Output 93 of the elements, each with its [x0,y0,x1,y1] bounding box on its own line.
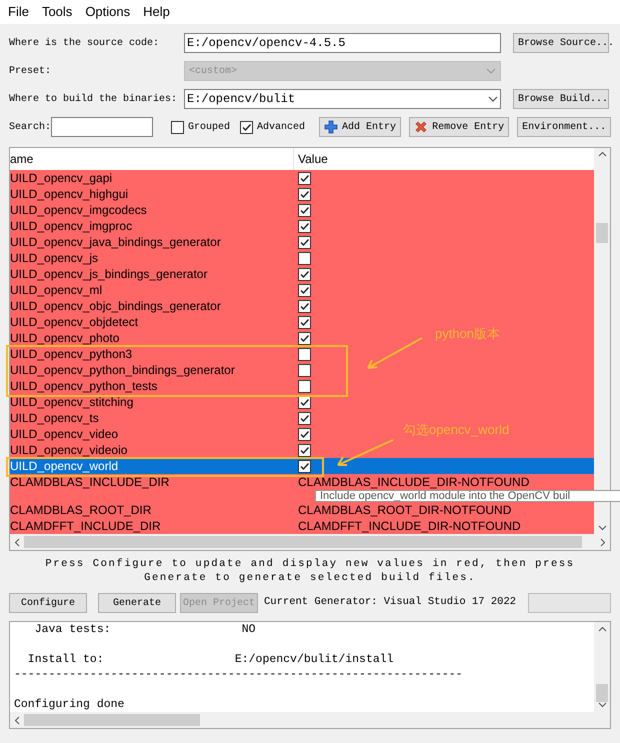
menu-item[interactable]: File [8,2,29,22]
toolbar-button[interactable]: Remove Entry [409,117,510,137]
checkbox[interactable] [298,380,311,392]
checkbox[interactable] [240,120,254,134]
annotation-label: 勾选opencv_world [403,421,510,439]
log-line: Install to: E:/opencv/bulit/install [26,652,394,667]
checkbox[interactable] [298,252,311,264]
toolbar-button[interactable]: Add Entry [319,117,402,137]
checkbox[interactable] [298,364,311,376]
checkbox[interactable] [298,172,311,184]
browse-button[interactable]: Browse Build... [513,89,609,109]
setting-name: CLAMDBLAS_ROOT_DIR [10,502,152,518]
field-label: Where to build the binaries: [9,92,178,106]
setting-name: UILD_opencv_video [10,426,118,442]
checkbox[interactable] [298,220,311,232]
checkbox[interactable] [298,412,311,424]
setting-name: UILD_opencv_stitching [10,394,134,410]
setting-name: UILD_opencv_python_bindings_generator [10,362,235,378]
setting-name: UILD_opencv_imgproc [10,218,132,234]
setting-name: UILD_opencv_objc_bindings_generator [10,298,221,314]
scroll-up-icon[interactable] [598,151,606,157]
setting-name: CLAMDFFT_INCLUDE_DIR [10,518,161,534]
checkbox[interactable] [171,120,184,134]
checkbox[interactable] [298,188,311,200]
scroll-left-icon[interactable] [14,538,20,546]
selected-row[interactable]: UILD_opencv_world [10,458,594,474]
source-field[interactable]: E:/opencv/opencv-4.5.5 [184,33,501,53]
action-button[interactable]: Generate [98,593,176,613]
toolbar-button[interactable]: Environment... [517,117,612,137]
field-label: Where is the source code: [9,36,160,50]
log-line: Java tests: NO [34,622,256,637]
scroll-down-icon[interactable] [598,702,606,708]
generator-label: Current Generator: Visual Studio 17 2022 [264,595,516,610]
setting-value: CLAMDBLAS_ROOT_DIR-NOTFOUND [298,502,512,519]
checkbox[interactable] [298,204,311,216]
search-label: Search: [9,120,52,134]
action-button[interactable]: Configure [9,593,87,613]
setting-name: UILD_opencv_java_bindings_generator [10,234,221,250]
setting-name: UILD_opencv_photo [10,330,120,346]
chevron-icon [486,68,496,74]
plus-icon [324,120,338,134]
scroll-right-icon[interactable] [600,538,606,546]
setting-name: UILD_opencv_js [10,250,98,266]
horizontal-scrollbar[interactable] [10,534,610,550]
horizontal-scrollbar[interactable] [10,712,610,728]
checkbox[interactable] [298,236,311,248]
browse-button[interactable]: Browse Source... [513,33,609,53]
setting-name: UILD_opencv_objdetect [10,314,138,330]
annotation-label: python版本 [435,325,500,343]
column-header[interactable]: Value [294,148,594,170]
search-field[interactable] [51,117,154,137]
setting-name: UILD_opencv_python3 [10,346,132,362]
checkbox[interactable] [298,348,311,360]
vertical-scrollbar[interactable] [594,622,610,712]
setting-name: UILD_opencv_imgcodecs [10,202,147,218]
checkbox[interactable] [298,300,311,312]
checkbox[interactable] [298,444,311,456]
checkbox-label: Grouped [188,120,230,134]
hover-tooltip: Include opencv_world module into the OpenCV buil [315,490,620,502]
vertical-scrollbar[interactable] [594,148,610,534]
log-line: ----------------------------------------------------------------- [14,667,463,682]
setting-name: UILD_opencv_python_tests [10,378,158,394]
scroll-thumb[interactable] [596,684,608,702]
checkbox[interactable] [298,460,311,472]
setting-value: CLAMDBLAS_INCLUDE_DIR-NOTFOUND [298,474,530,491]
setting-name: CLAMDBLAS_INCLUDE_DIR [10,474,170,490]
checkbox[interactable] [298,332,311,344]
menu-item[interactable]: Tools [42,2,72,22]
chevron-icon [488,96,498,102]
scroll-left-icon[interactable] [14,716,20,724]
setting-name: UILD_opencv_js_bindings_generator [10,266,208,282]
build-dropdown[interactable]: E:/opencv/bulit [184,89,501,109]
setting-name: UILD_opencv_videoio [10,442,128,458]
checkbox-label: Advanced [257,120,306,134]
field-label: Preset: [9,64,52,78]
setting-value: CLAMDFFT_INCLUDE_DIR-NOTFOUND [298,518,521,535]
scroll-up-icon[interactable] [598,626,606,632]
menu-item[interactable]: Options [85,2,130,22]
checkbox[interactable] [298,428,311,440]
scroll-down-icon[interactable] [598,525,606,531]
checkbox[interactable] [298,316,311,328]
setting-name: UILD_opencv_highgui [10,186,128,202]
scroll-thumb[interactable] [596,223,608,243]
cross-icon [414,120,428,134]
checkbox[interactable] [298,268,311,280]
checkbox[interactable] [298,284,311,296]
log-line: Configuring done [14,697,124,712]
setting-name: UILD_opencv_world [10,458,118,474]
hint-text: Press Configure to update and display new values in red, then press Generate to generate selected build files. [44,557,576,585]
setting-name: UILD_opencv_ts [10,410,99,426]
setting-name: UILD_opencv_ml [10,282,102,298]
setting-name: UILD_opencv_gapi [10,170,112,186]
menu-item[interactable]: Help [143,2,170,22]
